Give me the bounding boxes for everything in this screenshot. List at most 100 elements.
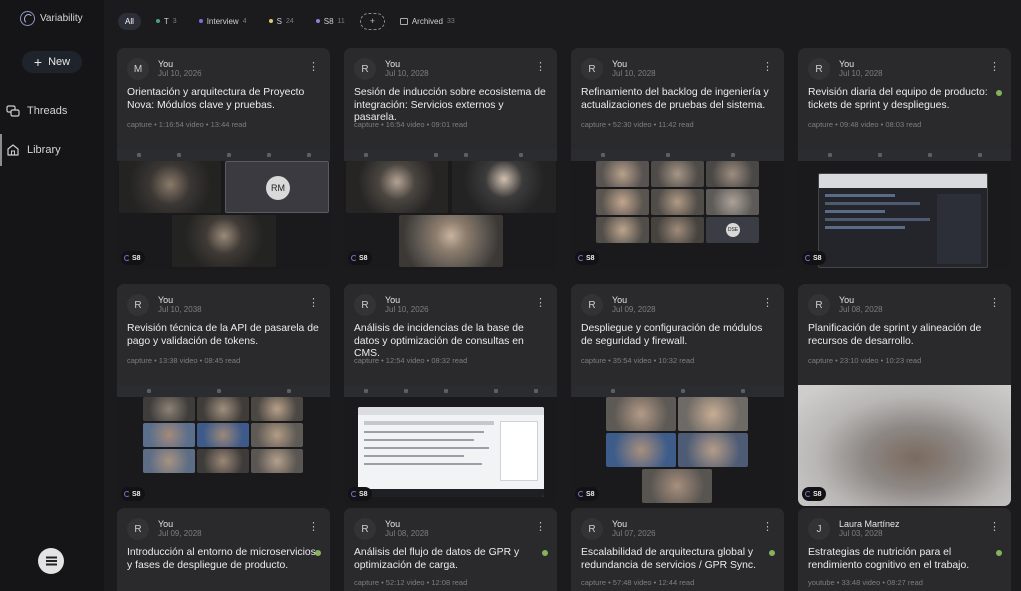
video-tile xyxy=(251,423,303,447)
filter-chip-archived[interactable]: Archived 33 xyxy=(393,13,462,30)
plus-icon: + xyxy=(33,54,43,70)
new-button-label: New xyxy=(48,56,71,68)
new-button[interactable]: + New xyxy=(22,51,82,73)
logo-icon xyxy=(20,11,35,26)
card-meta: capture • 1:16:54 video • 13:44 read xyxy=(127,120,247,129)
badge-icon xyxy=(805,491,811,497)
more-icon[interactable]: ⋮ xyxy=(535,522,546,533)
card-meta: capture • 23:10 video • 10:23 read xyxy=(808,356,922,365)
thumb-toolbar xyxy=(117,149,330,161)
video-tile xyxy=(346,161,448,213)
thread-card[interactable]: R You Jul 10, 2028 ⋮ Refinamiento del ba… xyxy=(571,48,784,270)
sidebar-item-library[interactable]: Library xyxy=(6,143,61,157)
card-author: You xyxy=(839,59,855,69)
thread-card[interactable]: R You Jul 08, 2028 ⋮ Planificación de sp… xyxy=(798,284,1011,506)
chip-count: 33 xyxy=(446,17,455,25)
more-icon[interactable]: ⋮ xyxy=(308,522,319,533)
video-thumbnail[interactable]: S8 xyxy=(117,385,330,506)
workspace-badge: S8 xyxy=(575,487,599,501)
card-date: Jul 07, 2026 xyxy=(612,529,656,538)
more-icon[interactable]: ⋮ xyxy=(535,62,546,73)
thread-card[interactable]: R You Jul 08, 2028 ⋮ Análisis del flujo … xyxy=(344,508,557,591)
filter-chip-s8[interactable]: S8 11 xyxy=(309,13,352,30)
text-line xyxy=(364,455,464,457)
badge-label: S8 xyxy=(813,490,822,498)
sidebar-item-threads[interactable]: Threads xyxy=(6,104,67,118)
video-thumbnail[interactable]: S8 xyxy=(571,385,784,506)
workspace-badge: S8 xyxy=(802,487,826,501)
badge-label: S8 xyxy=(132,254,141,262)
more-icon[interactable]: ⋮ xyxy=(535,298,546,309)
thread-card[interactable]: M You Jul 10, 2026 ⋮ Orientación y arqui… xyxy=(117,48,330,270)
video-tile xyxy=(197,449,249,473)
more-icon[interactable]: ⋮ xyxy=(762,62,773,73)
card-meta: capture • 57:48 video • 12:44 read xyxy=(581,578,695,587)
video-thumbnail[interactable]: DSE S8 xyxy=(571,149,784,270)
filter-chip-all[interactable]: All xyxy=(118,12,141,30)
more-icon[interactable]: ⋮ xyxy=(308,62,319,73)
workspace-badge: S8 xyxy=(348,487,372,501)
thread-card[interactable]: R You Jul 09, 2028 ⋮ Despliegue y config… xyxy=(571,284,784,506)
video-tile xyxy=(143,397,195,421)
card-title: Revisión diaria del equipo de producto: … xyxy=(808,87,988,111)
thread-card[interactable]: R You Jul 10, 2028 ⋮ Revisión diaria del… xyxy=(798,48,1011,270)
menu-button[interactable] xyxy=(38,548,64,574)
workspace-badge: S8 xyxy=(121,487,145,501)
chip-label: All xyxy=(125,16,134,26)
card-title: Introducción al entorno de microservicio… xyxy=(127,547,316,571)
thread-card[interactable]: J Laura Martínez Jul 03, 2028 ⋮ Estrateg… xyxy=(798,508,1011,591)
video-tile xyxy=(596,189,649,215)
more-icon[interactable]: ⋮ xyxy=(308,298,319,309)
more-icon[interactable]: ⋮ xyxy=(989,522,1000,533)
more-icon[interactable]: ⋮ xyxy=(762,298,773,309)
filter-chip-s[interactable]: S 24 xyxy=(262,13,301,30)
avatar: R xyxy=(127,518,149,540)
video-thumbnail[interactable]: S8 xyxy=(798,149,1011,270)
video-tile xyxy=(678,397,748,431)
side-panel xyxy=(500,421,538,481)
card-author: You xyxy=(612,59,628,69)
app-logo[interactable]: Variability xyxy=(20,11,83,26)
card-date: Jul 10, 2038 xyxy=(158,305,202,314)
thread-card[interactable]: R You Jul 10, 2028 ⋮ Sesión de inducción… xyxy=(344,48,557,270)
avatar: R xyxy=(808,58,830,80)
hamburger-icon xyxy=(45,560,57,562)
card-meta: capture • 12:54 video • 08:32 read xyxy=(354,356,468,365)
filter-chip-interview[interactable]: Interview 4 xyxy=(192,13,254,30)
chip-label: S xyxy=(276,16,282,26)
thread-card[interactable]: R You Jul 10, 2038 ⋮ Revisión técnica de… xyxy=(117,284,330,506)
card-meta: capture • 52:30 video • 11:42 read xyxy=(581,120,694,129)
filter-bar: All T3 Interview 4 S 24 S8 11 + Archived 33 xyxy=(118,12,462,30)
more-icon[interactable]: ⋮ xyxy=(989,62,1000,73)
filter-chip-t[interactable]: T3 xyxy=(149,13,184,30)
code-line xyxy=(825,202,920,205)
card-title: Análisis de incidencias de la base de da… xyxy=(354,323,524,359)
avatar: M xyxy=(127,58,149,80)
card-meta: capture • 09:48 video • 08:03 read xyxy=(808,120,922,129)
browser-tabs xyxy=(358,407,544,415)
thread-card[interactable]: R You Jul 07, 2026 ⋮ Escalabilidad de ar… xyxy=(571,508,784,591)
avatar: R xyxy=(581,518,603,540)
video-thumbnail[interactable]: S8 xyxy=(344,385,557,506)
badge-icon xyxy=(124,491,130,497)
avatar: R xyxy=(127,294,149,316)
more-icon[interactable]: ⋮ xyxy=(989,298,1000,309)
more-icon[interactable]: ⋮ xyxy=(762,522,773,533)
badge-icon xyxy=(578,255,584,261)
active-indicator xyxy=(0,134,2,166)
code-line xyxy=(825,226,905,229)
badge-label: S8 xyxy=(586,490,595,498)
video-thumbnail[interactable]: S8 xyxy=(344,149,557,270)
card-date: Jul 10, 2026 xyxy=(385,305,429,314)
chip-label: Interview xyxy=(206,16,239,26)
card-author: You xyxy=(158,519,174,529)
screen-share xyxy=(358,407,544,497)
avatar: R xyxy=(581,294,603,316)
thread-card[interactable]: R You Jul 10, 2026 ⋮ Análisis de inciden… xyxy=(344,284,557,506)
thread-card[interactable]: R You Jul 09, 2028 ⋮ Introducción al ent… xyxy=(117,508,330,591)
video-thumbnail[interactable]: RM S8 xyxy=(117,149,330,270)
card-meta: capture • 13:38 video • 08:45 read xyxy=(127,356,241,365)
chip-label: S8 xyxy=(323,16,334,26)
video-thumbnail[interactable]: S8 xyxy=(798,385,1011,506)
add-filter-button[interactable]: + xyxy=(359,12,385,30)
